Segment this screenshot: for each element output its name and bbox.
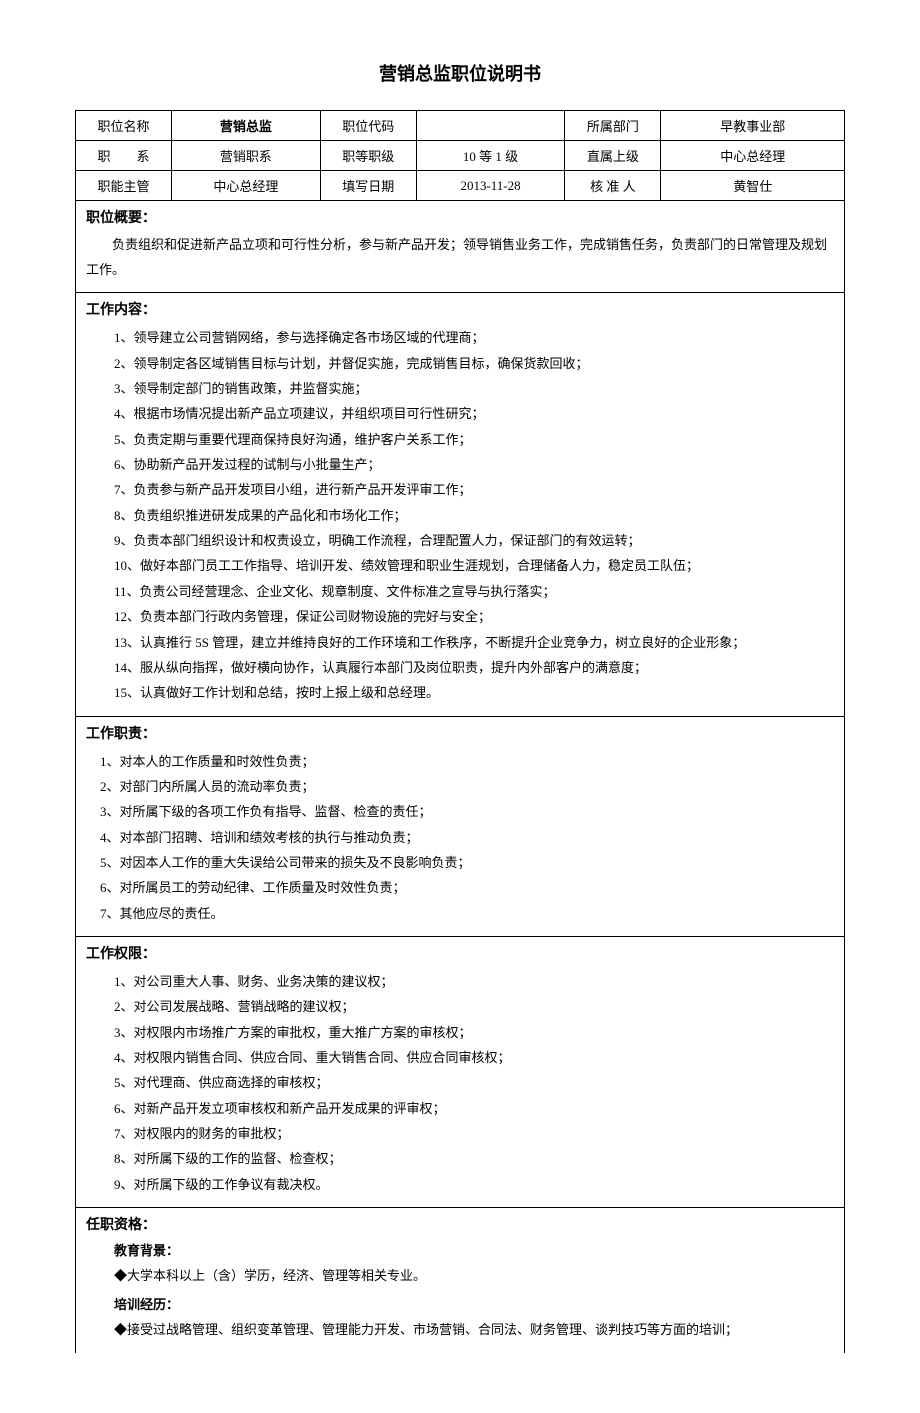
overview-title: 职位概要：	[86, 207, 834, 227]
work-content-section: 工作内容： 1、领导建立公司营销网络，参与选择确定各市场区域的代理商；2、领导制…	[75, 293, 845, 716]
supervisor-label: 直属上级	[565, 141, 661, 171]
header-row-1: 职位名称 营销总监 职位代码 所属部门 早教事业部	[76, 111, 845, 141]
duties-item: 4、对本部门招聘、培训和绩效考核的执行与推动负责；	[100, 825, 834, 850]
duties-item: 3、对所属下级的各项工作负有指导、监督、检查的责任；	[100, 799, 834, 824]
duties-item: 2、对部门内所属人员的流动率负责；	[100, 774, 834, 799]
authority-item: 4、对权限内销售合同、供应合同、重大销售合同、供应合同审核权；	[114, 1045, 834, 1070]
work-content-item: 10、做好本部门员工工作指导、培训开发、绩效管理和职业生涯规划，合理储备人力，稳…	[114, 553, 834, 578]
work-content-item: 4、根据市场情况提出新产品立项建议，并组织项目可行性研究；	[114, 401, 834, 426]
approver-value: 黄智仕	[661, 171, 845, 201]
authority-item: 5、对代理商、供应商选择的审核权；	[114, 1070, 834, 1095]
header-row-2: 职 系 营销职系 职等职级 10 等 1 级 直属上级 中心总经理	[76, 141, 845, 171]
education-text: ◆大学本科以上（含）学历，经济、管理等相关专业。	[86, 1263, 834, 1288]
header-table: 职位名称 营销总监 职位代码 所属部门 早教事业部 职 系 营销职系 职等职级 …	[75, 110, 845, 201]
work-content-item: 8、负责组织推进研发成果的产品化和市场化工作；	[114, 503, 834, 528]
work-content-item: 12、负责本部门行政内务管理，保证公司财物设施的完好与安全；	[114, 604, 834, 629]
work-content-item: 15、认真做好工作计划和总结，按时上报上级和总经理。	[114, 680, 834, 705]
work-content-item: 6、协助新产品开发过程的试制与小批量生产；	[114, 452, 834, 477]
fill-date-value: 2013-11-28	[416, 171, 565, 201]
work-content-item: 11、负责公司经营理念、企业文化、规章制度、文件标准之宣导与执行落实；	[114, 579, 834, 604]
duties-section: 工作职责： 1、对本人的工作质量和时效性负责；2、对部门内所属人员的流动率负责；…	[75, 717, 845, 937]
qualifications-section: 任职资格： 教育背景： ◆大学本科以上（含）学历，经济、管理等相关专业。 培训经…	[75, 1208, 845, 1353]
work-content-item: 7、负责参与新产品开发项目小组，进行新产品开发评审工作；	[114, 477, 834, 502]
position-name-value: 营销总监	[172, 111, 321, 141]
overview-text: 负责组织和促进新产品立项和可行性分析，参与新产品开发；领导销售业务工作，完成销售…	[86, 233, 834, 282]
duties-item: 6、对所属员工的劳动纪律、工作质量及时效性负责；	[100, 875, 834, 900]
duties-item: 1、对本人的工作质量和时效性负责；	[100, 749, 834, 774]
fill-date-label: 填写日期	[320, 171, 416, 201]
work-content-item: 13、认真推行 5S 管理，建立并维持良好的工作环境和工作秩序，不断提升企业竞争…	[114, 630, 834, 655]
work-content-item: 5、负责定期与重要代理商保持良好沟通，维护客户关系工作；	[114, 427, 834, 452]
authority-item: 7、对权限内的财务的审批权；	[114, 1121, 834, 1146]
duties-list: 1、对本人的工作质量和时效性负责；2、对部门内所属人员的流动率负责；3、对所属下…	[86, 749, 834, 926]
work-content-list: 1、领导建立公司营销网络，参与选择确定各市场区域的代理商；2、领导制定各区域销售…	[86, 325, 834, 705]
authority-item: 1、对公司重大人事、财务、业务决策的建议权；	[114, 969, 834, 994]
department-label: 所属部门	[565, 111, 661, 141]
job-grade-value: 10 等 1 级	[416, 141, 565, 171]
training-title: 培训经历：	[86, 1294, 834, 1313]
function-manager-label: 职能主管	[76, 171, 172, 201]
authority-list: 1、对公司重大人事、财务、业务决策的建议权；2、对公司发展战略、营销战略的建议权…	[86, 969, 834, 1197]
work-content-title: 工作内容：	[86, 299, 834, 319]
supervisor-value: 中心总经理	[661, 141, 845, 171]
authority-item: 3、对权限内市场推广方案的审批权，重大推广方案的审核权；	[114, 1020, 834, 1045]
authority-item: 2、对公司发展战略、营销战略的建议权；	[114, 994, 834, 1019]
overview-section: 职位概要： 负责组织和促进新产品立项和可行性分析，参与新产品开发；领导销售业务工…	[75, 201, 845, 293]
job-grade-label: 职等职级	[320, 141, 416, 171]
work-content-item: 14、服从纵向指挥，做好横向协作，认真履行本部门及岗位职责，提升内外部客户的满意…	[114, 655, 834, 680]
position-name-label: 职位名称	[76, 111, 172, 141]
job-series-value: 营销职系	[172, 141, 321, 171]
qualifications-title: 任职资格：	[86, 1214, 834, 1234]
education-title: 教育背景：	[86, 1240, 834, 1259]
job-series-label: 职 系	[76, 141, 172, 171]
document-title: 营销总监职位说明书	[75, 60, 845, 86]
work-content-item: 9、负责本部门组织设计和权责设立，明确工作流程，合理配置人力，保证部门的有效运转…	[114, 528, 834, 553]
work-content-item: 3、领导制定部门的销售政策，并监督实施；	[114, 376, 834, 401]
authority-item: 6、对新产品开发立项审核权和新产品开发成果的评审权；	[114, 1096, 834, 1121]
authority-item: 8、对所属下级的工作的监督、检查权；	[114, 1146, 834, 1171]
work-content-item: 1、领导建立公司营销网络，参与选择确定各市场区域的代理商；	[114, 325, 834, 350]
position-code-value	[416, 111, 565, 141]
training-text: ◆接受过战略管理、组织变革管理、管理能力开发、市场营销、合同法、财务管理、谈判技…	[86, 1317, 834, 1342]
authority-section: 工作权限： 1、对公司重大人事、财务、业务决策的建议权；2、对公司发展战略、营销…	[75, 937, 845, 1208]
function-manager-value: 中心总经理	[172, 171, 321, 201]
duties-item: 5、对因本人工作的重大失误给公司带来的损失及不良影响负责；	[100, 850, 834, 875]
work-content-item: 2、领导制定各区域销售目标与计划，并督促实施，完成销售目标，确保货款回收；	[114, 351, 834, 376]
position-code-label: 职位代码	[320, 111, 416, 141]
approver-label: 核 准 人	[565, 171, 661, 201]
header-row-3: 职能主管 中心总经理 填写日期 2013-11-28 核 准 人 黄智仕	[76, 171, 845, 201]
duties-item: 7、其他应尽的责任。	[100, 901, 834, 926]
authority-item: 9、对所属下级的工作争议有裁决权。	[114, 1172, 834, 1197]
authority-title: 工作权限：	[86, 943, 834, 963]
duties-title: 工作职责：	[86, 723, 834, 743]
department-value: 早教事业部	[661, 111, 845, 141]
